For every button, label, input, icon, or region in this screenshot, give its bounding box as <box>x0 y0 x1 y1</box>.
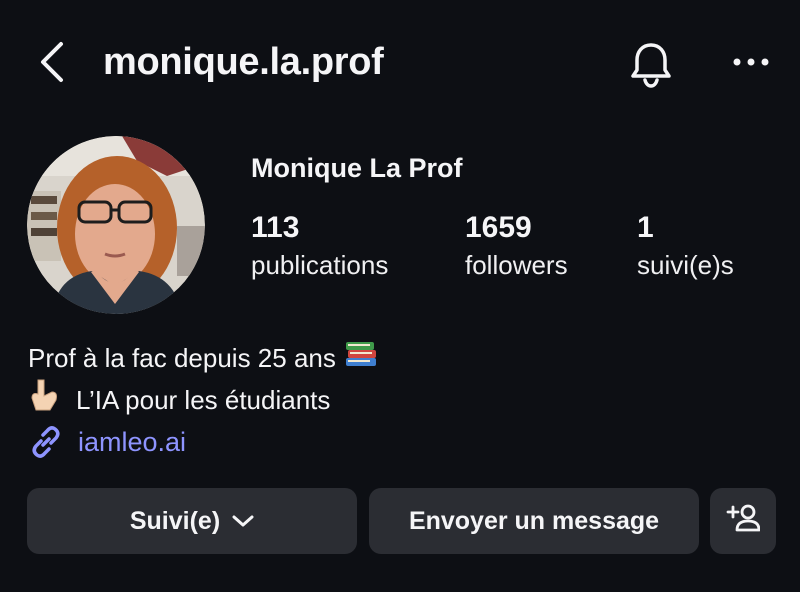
profile-link-text: iamleo.ai <box>78 427 187 457</box>
chevron-down-icon <box>232 514 254 528</box>
stat-publications[interactable]: 113 publications <box>251 208 388 282</box>
link-icon <box>28 422 68 462</box>
top-bar: monique.la.prof <box>0 30 800 94</box>
bio-line: Prof à la fac depuis 25 ans <box>28 338 380 378</box>
profile-link[interactable]: iamleo.ai <box>28 420 186 464</box>
stat-label: publications <box>251 250 389 280</box>
stat-label: suivi(e)s <box>637 250 734 280</box>
bio-text: L’IA pour les étudiants <box>76 385 331 415</box>
stat-value: 1659 <box>465 211 532 244</box>
stat-label: followers <box>465 250 568 280</box>
books-emoji <box>344 338 380 378</box>
avatar[interactable] <box>27 136 205 314</box>
bell-icon[interactable] <box>625 38 677 90</box>
profile-username: monique.la.prof <box>103 41 384 83</box>
stat-following[interactable]: 1 suivi(e)s <box>637 208 734 282</box>
bio-line: L’IA pour les étudiants <box>28 378 380 422</box>
profile-full-name: Monique La Prof <box>251 153 463 183</box>
ellipsis-icon[interactable] <box>725 40 777 84</box>
profile-bio: Prof à la fac depuis 25 ans L’IA pour le… <box>28 338 380 422</box>
message-button[interactable]: Envoyer un message <box>369 488 699 554</box>
pointing-down-emoji <box>28 378 64 422</box>
chevron-left-icon[interactable] <box>30 40 74 84</box>
add-user-button[interactable] <box>710 488 776 554</box>
stat-value: 113 <box>251 211 300 244</box>
add-person-icon <box>726 503 761 540</box>
bio-text: Prof à la fac depuis 25 ans <box>28 343 336 373</box>
message-button-label: Envoyer un message <box>408 506 660 535</box>
following-button-label: Suivi(e) <box>129 506 221 535</box>
stat-followers[interactable]: 1659 followers <box>465 208 568 282</box>
following-button[interactable]: Suivi(e) <box>27 488 357 554</box>
stat-value: 1 <box>637 211 654 244</box>
